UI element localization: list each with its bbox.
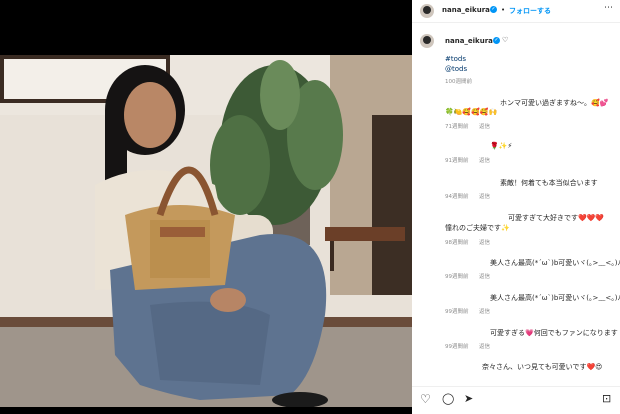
comment-text: 美人さん最高(*´ω`)b可愛いヾ(｡>﹏<｡)ﾉﾞ: [490, 294, 620, 302]
post-media-pane: [0, 0, 412, 413]
comment-time: 99週間前: [445, 344, 469, 350]
more-options-icon[interactable]: ⋯: [604, 3, 613, 13]
reply-button[interactable]: 返信: [479, 307, 490, 315]
comment-text: 素敵！何着ても本当似合います: [500, 179, 598, 187]
comment-icon[interactable]: ◯: [442, 392, 454, 405]
reply-button[interactable]: 返信: [479, 272, 490, 280]
comment-emoji-row: 🍀🍋🥰🥰🥰🙌: [445, 108, 498, 116]
reply-button[interactable]: 返信: [479, 238, 490, 246]
comment-time: 99週間前: [445, 309, 469, 315]
comment-time: 94週間前: [445, 194, 469, 200]
reply-button[interactable]: 返信: [479, 122, 490, 130]
post-header: nana_eikura ✓ • フォローする ⋯: [412, 0, 620, 23]
post-action-bar: ♡ ◯ ➤ ⊡: [412, 386, 620, 414]
header-separator: •: [501, 6, 506, 14]
caption-heart-icon[interactable]: ♡: [502, 36, 508, 44]
caption-avatar[interactable]: [420, 34, 434, 48]
comment-time: 99週間前: [445, 274, 469, 280]
caption-verified-icon: ✓: [493, 37, 500, 44]
comment-text: 美人さん最高(*´ω`)b可愛いヾ(｡>﹏<｡)ﾉﾞ: [490, 259, 620, 267]
comment-time: 91週間前: [445, 158, 469, 164]
caption-username[interactable]: nana_eikura: [445, 37, 493, 45]
caption-time: 100週間前: [445, 79, 472, 85]
comment-text: 可愛すぎる💗何回でもファンになります: [490, 329, 618, 337]
save-icon[interactable]: ⊡: [602, 392, 611, 405]
like-icon[interactable]: ♡: [420, 392, 431, 406]
author-username[interactable]: nana_eikura: [442, 6, 490, 14]
post-photo-image: [0, 55, 412, 407]
comment-text: 奈々さん、いつ見ても可愛いです❤️😍: [482, 363, 603, 371]
comment-time: 71週間前: [445, 124, 469, 130]
comment-text: 可愛すぎて大好きです❤️❤️❤️: [508, 214, 605, 222]
share-icon[interactable]: ➤: [464, 392, 473, 405]
author-avatar[interactable]: [420, 4, 434, 18]
comment-time: 98週間前: [445, 240, 469, 246]
reply-button[interactable]: 返信: [479, 342, 490, 350]
reply-button[interactable]: 返信: [479, 156, 490, 164]
post-side-panel: nana_eikura ✓ • フォローする ⋯ nana_eikura ✓ ♡…: [412, 0, 620, 414]
reply-button[interactable]: 返信: [479, 192, 490, 200]
caption-hashtag[interactable]: #tods: [445, 55, 466, 63]
comment-text-line2: 憧れのご夫婦です✨: [445, 224, 510, 232]
post-photo[interactable]: [0, 55, 412, 407]
follow-button[interactable]: フォローする: [509, 6, 551, 16]
comment-text: ホンマ可愛い過ぎますね〜。🥰💕: [500, 99, 609, 107]
caption-mention[interactable]: @tods: [445, 65, 467, 73]
comment-text: 🌹✨⚡: [490, 142, 513, 150]
verified-badge-icon: ✓: [490, 6, 497, 13]
